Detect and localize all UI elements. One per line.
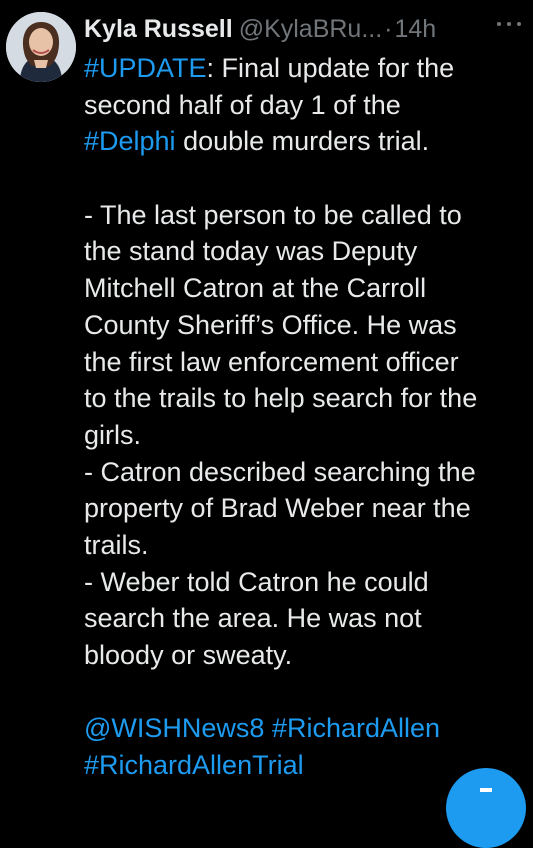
hashtag-link[interactable]: #UPDATE (84, 53, 207, 83)
text-segment: bloody or sweaty. (84, 640, 293, 670)
compose-button[interactable] (446, 768, 526, 848)
author-name[interactable]: Kyla Russell (84, 9, 233, 49)
tweet-line: girls. (84, 417, 524, 454)
text-segment: trails. (84, 529, 149, 560)
tweet-text: #UPDATE: Final update for the second half… (84, 50, 524, 784)
tweet[interactable]: Kyla Russell @KylaBRu... · 14h #UPDATE: … (0, 0, 533, 848)
ellipsis-icon[interactable] (497, 20, 521, 28)
tweet-line: Mitchell Catron at the Carroll (84, 270, 524, 307)
hashtag-link[interactable]: #RichardAllen (272, 713, 440, 743)
tweet-line: - Weber told Catron he could (84, 564, 524, 601)
text-segment: - Catron described searching the (84, 456, 476, 487)
text-segment: search the area. He was not (84, 603, 422, 634)
tweet-line: - Catron described searching the (84, 454, 524, 491)
text-segment: girls. (84, 419, 142, 450)
text-segment: the stand today was Deputy (84, 236, 418, 267)
tweet-line: @WISHNews8 #RichardAllen (84, 710, 524, 747)
text-segment: property of Brad Weber near the (84, 493, 471, 524)
text-segment: - The last person to be called to (84, 199, 462, 230)
tweet-header: Kyla Russell @KylaBRu... · 14h (84, 9, 525, 49)
text-segment: second half of day 1 of the (84, 89, 401, 120)
hashtag-link[interactable]: #RichardAllenTrial (84, 750, 304, 780)
tweet-line: the first law enforcement officer (84, 344, 524, 381)
tweet-line: second half of day 1 of the (84, 87, 524, 124)
hashtag-link[interactable]: #Delphi (84, 126, 176, 156)
tweet-line: #UPDATE: Final update for the (84, 50, 524, 87)
avatar-image (6, 12, 76, 82)
text-segment: the first law enforcement officer (84, 346, 459, 377)
text-segment: : Final update for the (206, 53, 455, 83)
avatar[interactable] (6, 12, 76, 82)
plus-icon (480, 788, 492, 792)
tweet-line: property of Brad Weber near the (84, 490, 524, 527)
author-handle[interactable]: @KylaBRu... (239, 9, 382, 49)
tweet-line: search the area. He was not (84, 600, 524, 637)
tweet-line: the stand today was Deputy (84, 233, 524, 270)
separator-dot: · (384, 15, 393, 43)
text-segment: - Weber told Catron he could (84, 566, 429, 597)
tweet-line: #Delphi double murders trial. (84, 123, 524, 160)
text-segment: to the trails to help search for the (84, 383, 478, 414)
tweet-line: to the trails to help search for the (84, 380, 524, 417)
text-segment: County Sheriff’s Office. He was (84, 309, 457, 340)
tweet-line: County Sheriff’s Office. He was (84, 307, 524, 344)
tweet-line: trails. (84, 527, 524, 564)
text-segment (264, 713, 272, 743)
text-segment: Mitchell Catron at the Carroll (84, 273, 427, 304)
tweet-line: bloody or sweaty. (84, 637, 524, 674)
text-segment: double murders trial. (175, 126, 430, 157)
mention-link[interactable]: @WISHNews8 (84, 713, 264, 743)
tweet-line: - The last person to be called to (84, 197, 524, 234)
timestamp[interactable]: 14h (395, 9, 437, 49)
